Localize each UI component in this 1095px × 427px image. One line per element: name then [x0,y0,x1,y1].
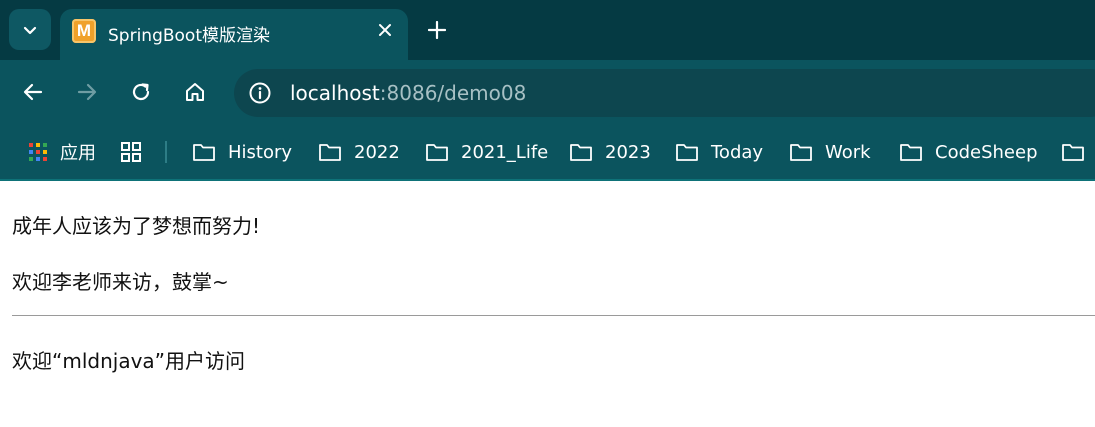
tab-close-button[interactable] [375,20,395,40]
folder-icon [900,144,922,161]
bookmark-folder-history[interactable]: History [192,138,292,166]
url-path: :8086/demo08 [379,81,527,105]
bookmark-apps[interactable]: 应用 [28,138,96,166]
folder-icon [426,144,448,161]
address-bar[interactable]: localhost:8086/demo08 [234,69,1095,117]
reload-icon [132,83,150,101]
home-icon [186,83,204,101]
bookmark-label: 2023 [605,141,651,163]
bookmark-folder-work[interactable]: Work [789,138,871,166]
horizontal-rule [12,315,1095,316]
apps-grid-icon [29,143,47,161]
reload-button[interactable] [128,79,154,105]
favicon-icon: M [72,19,96,43]
bookmarks-bar: 应用 History 2022 2021_Life 2023 Today Wor… [0,124,1095,181]
tab-title: SpringBoot模版渲染 [108,26,270,46]
active-tab[interactable]: M SpringBoot模版渲染 [60,9,408,60]
folder-icon [676,144,698,161]
bookmark-folder-2023[interactable]: 2023 [569,138,651,166]
folder-icon [193,144,215,161]
arrow-right-icon [77,83,97,101]
back-button[interactable] [20,79,46,105]
bookmark-label: Work [825,141,871,163]
bookmark-label: 2022 [354,141,400,163]
bookmark-folder-overflow[interactable] [1061,138,1095,166]
home-button[interactable] [182,79,208,105]
site-info-icon[interactable] [248,81,272,105]
close-icon [379,24,391,36]
bookmark-label: CodeSheep [935,141,1038,163]
bookmark-label: Today [711,141,764,163]
plus-icon [428,21,446,39]
tab-strip: M SpringBoot模版渲染 [0,0,1095,60]
arrow-left-icon [23,83,43,101]
bookmark-folder-2022[interactable]: 2022 [318,138,400,166]
bookmark-folder-2021-life[interactable]: 2021_Life [425,138,548,166]
forward-button[interactable] [74,79,100,105]
folder-icon [570,144,592,161]
folder-icon [319,144,341,161]
welcome-user-message: 欢迎“mldnjava”用户访问 [12,349,246,373]
navigation-toolbar: localhost:8086/demo08 [0,60,1095,124]
welcome-teacher-message: 欢迎李老师来访，鼓掌~ [12,270,229,294]
bookmark-label: 2021_Life [461,141,549,163]
folder-icon [790,144,812,161]
url-text[interactable]: localhost:8086/demo08 [290,81,526,105]
tab-groups-button[interactable] [120,138,154,166]
bookmark-folder-codesheep[interactable]: CodeSheep [899,138,1038,166]
folder-icon [1062,144,1084,161]
tab-groups-icon [121,142,141,162]
bookmark-label: 应用 [60,143,96,164]
chevron-down-icon [23,26,37,34]
url-host: localhost [290,81,380,105]
bookmark-folder-today[interactable]: Today [675,138,763,166]
tab-search-button[interactable] [9,9,51,50]
bookmarks-separator [165,141,167,163]
bookmark-label: History [228,141,293,163]
new-tab-button[interactable] [426,19,448,41]
dream-message: 成年人应该为了梦想而努力! [12,214,261,238]
